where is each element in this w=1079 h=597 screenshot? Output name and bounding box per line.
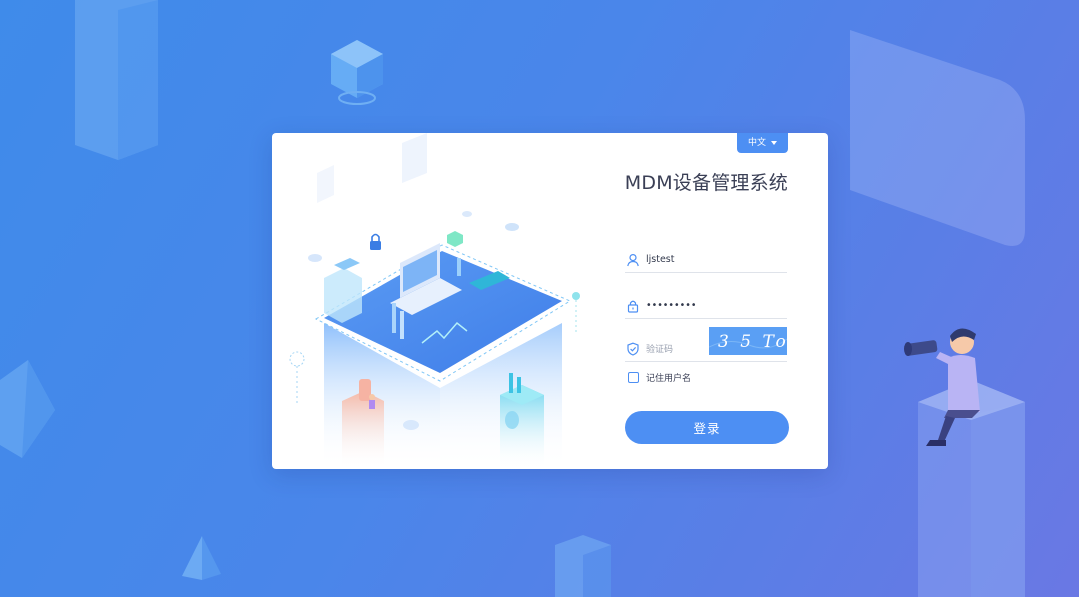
remember-checkbox[interactable]: [628, 372, 639, 383]
captcha-code: 3 5 To: [718, 332, 787, 352]
caret-down-icon: [771, 141, 777, 145]
cube-top: [331, 40, 383, 105]
slab-right: [850, 30, 1025, 246]
login-illustration: [289, 133, 580, 469]
login-card: 中文 MDM设备管理系统 ljstest ••••••••• 验证码 3 5 T…: [272, 133, 828, 469]
username-input[interactable]: ljstest: [646, 254, 674, 265]
column-bottom: [555, 535, 611, 597]
user-icon: [627, 253, 639, 266]
diamond-left: [0, 360, 55, 458]
page-title: MDM设备管理系统: [624, 172, 788, 194]
login-button[interactable]: 登录: [625, 411, 789, 444]
remember-label: 记住用户名: [646, 374, 692, 384]
shield-check-icon: [627, 342, 639, 356]
remember-username[interactable]: 记住用户名: [628, 371, 691, 384]
pyramid-bottom: [182, 536, 221, 580]
language-label: 中文: [747, 138, 766, 148]
lock-icon: [627, 300, 639, 313]
captcha-input[interactable]: 验证码: [646, 342, 673, 355]
captcha-image[interactable]: 3 5 To: [709, 327, 787, 355]
password-input[interactable]: •••••••••: [646, 300, 696, 311]
password-field[interactable]: •••••••••: [625, 293, 787, 319]
prism-top-left: [75, 0, 158, 160]
language-switcher[interactable]: 中文: [737, 133, 788, 153]
username-field[interactable]: ljstest: [625, 247, 787, 273]
